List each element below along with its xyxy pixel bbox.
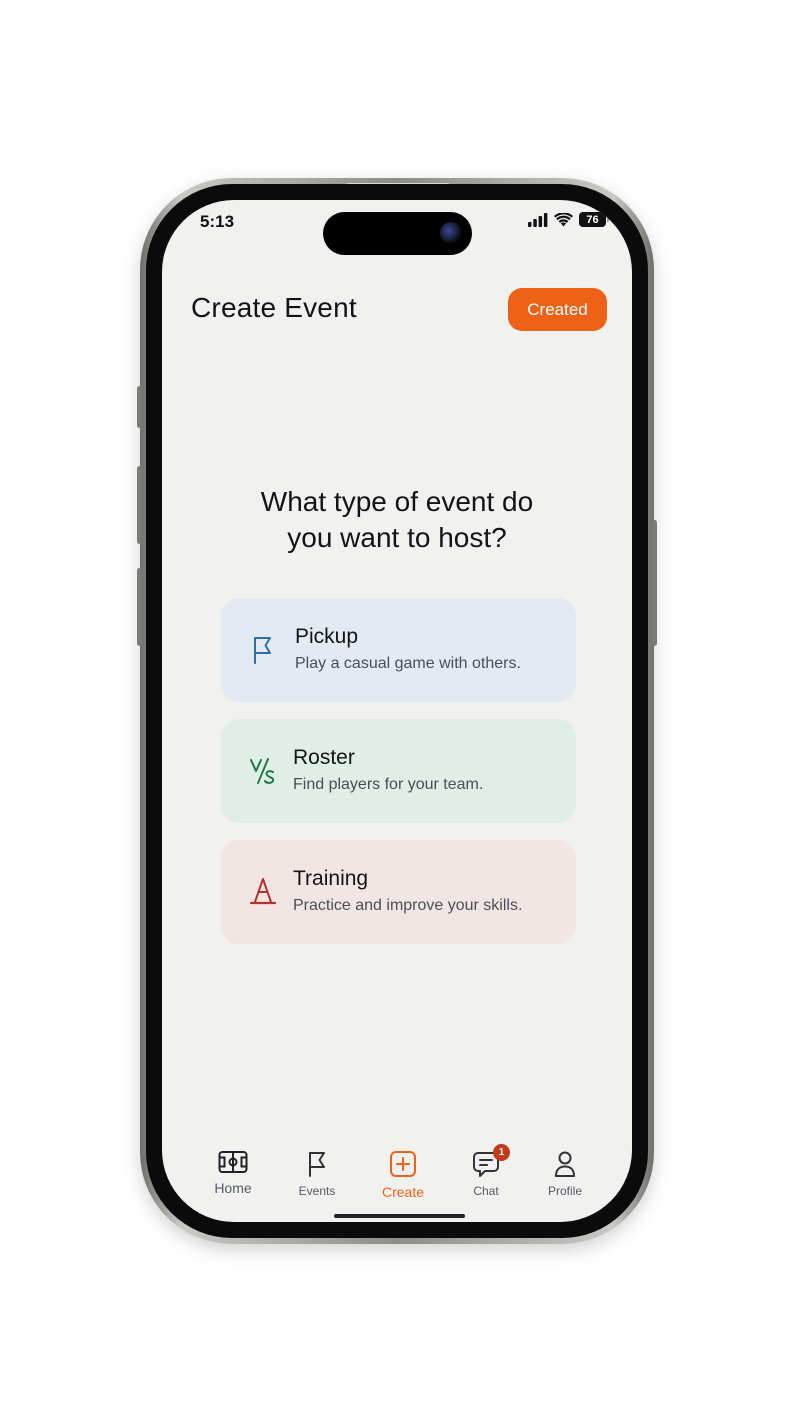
- option-training-card[interactable]: Training Practice and improve your skill…: [221, 840, 576, 944]
- option-title: Training: [293, 867, 369, 890]
- option-pickup-card[interactable]: Pickup Play a casual game with others.: [221, 598, 576, 702]
- question-line-2: you want to host?: [287, 522, 507, 553]
- tab-label: Home: [214, 1180, 252, 1196]
- power-button: [652, 520, 657, 646]
- tab-chat[interactable]: 1 Chat: [446, 1144, 526, 1198]
- chat-icon-wrapper: 1: [472, 1144, 510, 1178]
- tab-home[interactable]: Home: [193, 1150, 273, 1196]
- chat-unread-badge: 1: [493, 1144, 510, 1161]
- status-indicators: 76: [528, 212, 609, 227]
- tab-label: Profile: [547, 1184, 582, 1198]
- page-title: Create Event: [191, 292, 357, 323]
- tab-create[interactable]: Create: [363, 1150, 443, 1200]
- option-description: Find players for your team.: [293, 776, 484, 793]
- cellular-signal-icon: [528, 212, 548, 227]
- cone-icon: [249, 878, 277, 905]
- status-time: 5:13: [200, 212, 235, 231]
- dynamic-island: [323, 212, 472, 255]
- option-title: Pickup: [295, 625, 359, 648]
- tab-label: Events: [298, 1184, 336, 1198]
- flag-icon: [254, 637, 271, 664]
- front-camera: [440, 222, 462, 244]
- tab-events[interactable]: Events: [277, 1150, 357, 1198]
- option-description: Practice and improve your skills.: [293, 897, 523, 914]
- tab-profile[interactable]: Profile: [525, 1150, 605, 1198]
- option-description: Play a casual game with others.: [295, 655, 521, 672]
- battery-level: 76: [579, 212, 609, 227]
- option-roster-card[interactable]: Roster Find players for your team.: [221, 719, 576, 823]
- volume-down-button: [137, 568, 142, 646]
- action-button: [137, 386, 142, 428]
- plus-square-icon: [390, 1151, 416, 1177]
- stage: 5:13 76 Create Event Created What type o…: [0, 0, 789, 1402]
- bottom-tab-bar: Home Events Create 1 Chat Profile: [162, 1140, 632, 1210]
- home-indicator: [334, 1214, 465, 1218]
- question-line-1: What type of event do: [260, 486, 534, 517]
- flag-icon: [309, 1152, 325, 1177]
- person-icon: [555, 1151, 575, 1177]
- volume-up-button: [137, 466, 142, 544]
- field-icon: [218, 1151, 248, 1173]
- tab-label: Chat: [473, 1184, 499, 1198]
- wifi-icon: [554, 212, 573, 226]
- phone-screen: 5:13 76 Create Event Created What type o…: [162, 200, 632, 1222]
- event-type-question: What type of event do you want to host?: [202, 484, 592, 556]
- versus-icon: [250, 758, 275, 784]
- option-title: Roster: [293, 746, 355, 769]
- created-button[interactable]: Created: [508, 288, 607, 331]
- tab-label: Create: [381, 1184, 425, 1200]
